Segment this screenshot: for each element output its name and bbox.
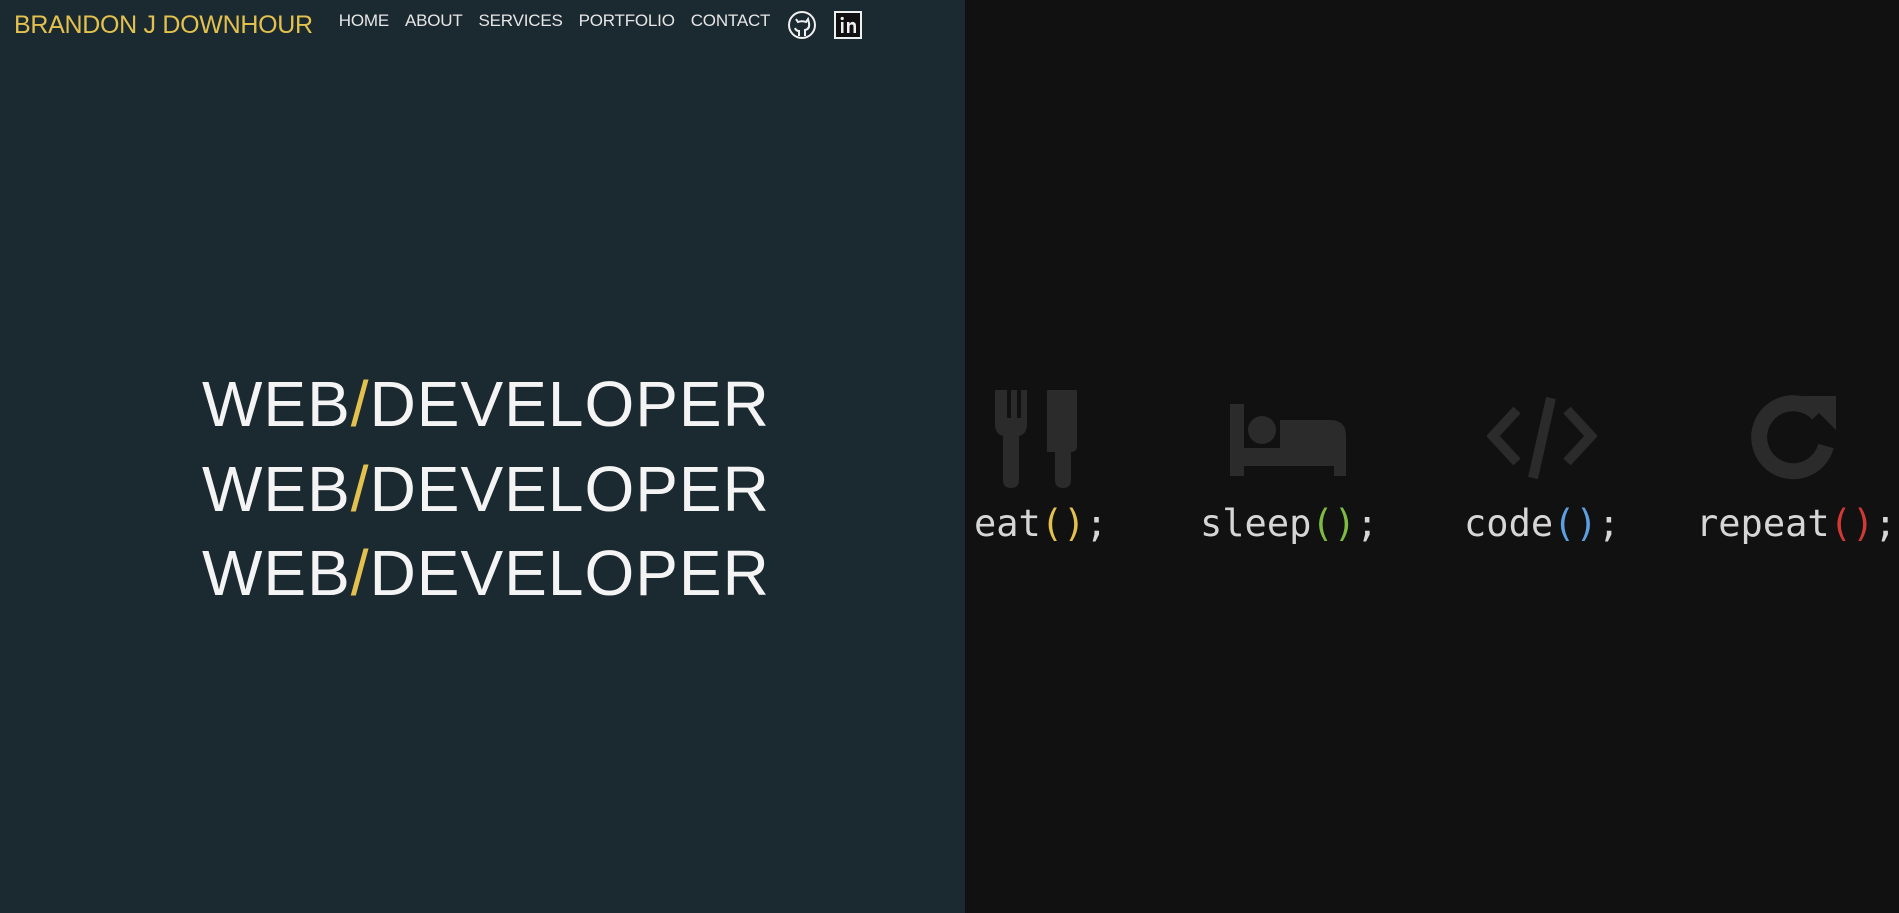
nav-contact[interactable]: CONTACT [691, 11, 771, 31]
routine-repeat: repeat(); [1696, 380, 1897, 545]
brand-logo[interactable]: BRANDON J DOWNHOUR [14, 11, 313, 40]
routine-eat-label: eat(); [974, 502, 1108, 545]
top-nav: BRANDON J DOWNHOUR HOME ABOUT SERVICES P… [14, 0, 878, 48]
routine-code-label: code(); [1464, 502, 1620, 545]
nav-about[interactable]: ABOUT [405, 11, 463, 31]
routine-repeat-label: repeat(); [1696, 502, 1897, 545]
routine-sleep-label: sleep(); [1200, 502, 1379, 545]
routine-eat: eat(); [974, 380, 1108, 545]
linkedin-icon[interactable] [832, 9, 864, 41]
github-icon[interactable] [786, 9, 818, 41]
routine-code: code(); [1462, 380, 1622, 545]
hero-headline-3: WEB/DEVELOPER [202, 537, 770, 609]
routine-sleep: sleep(); [1200, 380, 1378, 545]
nav-portfolio[interactable]: PORTFOLIO [579, 11, 675, 31]
bed-icon [1230, 404, 1346, 476]
fork-knife-icon [995, 390, 1077, 488]
repeat-icon [1751, 395, 1836, 480]
hero-headline-2: WEB/DEVELOPER [202, 453, 770, 525]
code-icon [1487, 396, 1597, 480]
hero-headline-1: WEB/DEVELOPER [202, 368, 770, 440]
nav-home[interactable]: HOME [339, 11, 389, 31]
nav-services[interactable]: SERVICES [479, 11, 563, 31]
